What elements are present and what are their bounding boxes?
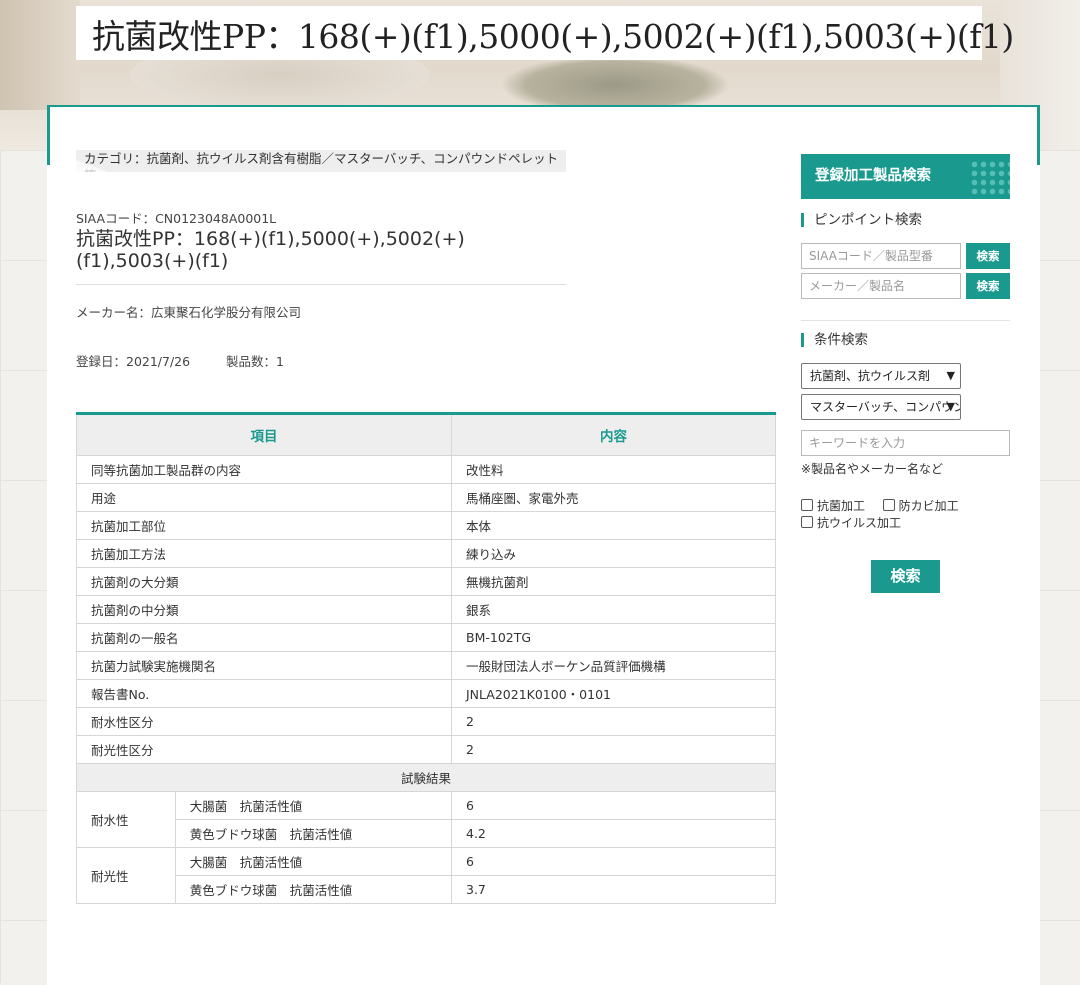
dots-decoration-icon [970,160,1010,196]
table-row: 耐水性区分 2 [76,707,776,736]
category-label: カテゴリ：抗菌剤、抗ウイルス剤含有樹脂／マスターバッチ、コンパウンドペレット等 [76,150,566,172]
row-label: 抗菌加工方法 [76,539,452,568]
table-row: 抗菌力試験実施機関名 一般財団法人ボーケン品質評価機構 [76,651,776,680]
chevron-down-icon: ▼ [946,369,955,382]
row-value: 無機抗菌剤 [451,567,776,596]
table-row: 黄色ブドウ球菌 抗菌活性値 3.7 [77,875,776,904]
maker-name: メーカー名：広東聚石化学股分有限公司 [76,305,302,320]
table-row: 同等抗菌加工製品群の内容 改性料 [76,455,776,484]
row-value: 改性料 [451,455,776,484]
row-label: 抗菌力試験実施機関名 [76,651,452,680]
result-group-label: 耐光性 [76,847,176,904]
result-group-label: 耐水性 [76,791,176,848]
row-label: 耐光性区分 [76,735,452,764]
column-header-content: 内容 [451,413,776,456]
row-value: 馬桶座圏、家電外売 [451,483,776,512]
table-row: 抗菌剤の一般名 BM-102TG [76,623,776,652]
checkbox-antimold[interactable] [882,499,895,511]
maker-input[interactable]: メーカー／製品名 [801,273,961,299]
result-name: 大腸菌 抗菌活性値 [174,847,453,876]
row-value: 練り込み [451,539,776,568]
row-label: 抗菌剤の中分類 [76,595,452,624]
row-value: 2 [451,707,776,736]
banner-title: 抗菌改性PP：168(+)(f1),5000(+),5002(+)(f1),50… [76,6,1014,60]
row-label: 報告書No. [76,679,452,708]
row-label: 抗菌剤の一般名 [76,623,452,652]
table-row: 耐光性 大腸菌 抗菌活性値 6 [76,847,776,904]
column-header-item: 項目 [76,413,452,456]
checkbox-row: 抗ウイルス加工 [801,516,901,530]
result-name: 黄色ブドウ球菌 抗菌活性値 [174,875,453,904]
category-select-value: 抗菌剤、抗ウイルス剤 [810,369,931,383]
divider [801,320,1010,321]
result-value: 3.7 [451,875,776,904]
divider [76,284,566,285]
checkbox-antibacterial[interactable] [801,499,813,511]
row-value: 2 [451,735,776,764]
spec-table: 項目 内容 同等抗菌加工製品群の内容 改性料 用途 馬桶座圏、家電外売 抗菌加工部位… [76,412,776,904]
subcategory-select-value: マスターバッチ、コンパウンド [810,400,961,414]
panel-accent-left [47,105,50,165]
category-arrow-icon [76,160,108,184]
maker-search-button[interactable]: 検索 [966,273,1010,299]
table-header-row: 項目 内容 [76,413,776,456]
result-name: 黄色ブドウ球菌 抗菌活性値 [174,819,453,848]
siaa-code-input[interactable]: SIAAコード／製品型番 [801,243,961,269]
product-count: 製品数：1 [226,354,284,369]
siaa-code: SIAAコード：CN0123048A0001L [76,211,277,226]
page-title: 抗菌改性PP：168(+)(f1),5000(+),5002(+)(f1),50… [76,228,465,272]
search-button[interactable]: 検索 [871,560,940,593]
table-row: 用途 馬桶座圏、家電外売 [76,483,776,512]
results-heading: 試験結果 [76,763,776,792]
table-row: 耐水性 大腸菌 抗菌活性値 6 [76,791,776,848]
siaa-search-button[interactable]: 検索 [966,243,1010,269]
table-row: 抗菌剤の大分類 無機抗菌剤 [76,567,776,596]
row-label: 耐水性区分 [76,707,452,736]
row-value: 一般財団法人ボーケン品質評価機構 [451,651,776,680]
row-label: 抗菌加工部位 [76,511,452,540]
row-value: JNLA2021K0100・0101 [451,679,776,708]
keyword-note: ※製品名やメーカー名など [801,462,944,476]
row-label: 抗菌剤の大分類 [76,567,452,596]
result-value: 4.2 [451,819,776,848]
registration-date: 登録日：2021/7/26 [76,354,191,369]
subcategory-select[interactable]: マスターバッチ、コンパウンド ▼ [801,394,961,420]
checkbox-label: 抗菌加工 [817,499,866,513]
chevron-down-icon: ▼ [946,400,955,413]
checkbox-row: 抗菌加工 防カビ加工 [801,499,959,513]
result-value: 6 [451,847,776,876]
background-decoration [0,0,80,110]
checkbox-antiviral[interactable] [801,516,813,528]
row-value: 銀系 [451,595,776,624]
condition-search-title: 条件検索 [801,333,868,347]
checkbox-label: 抗ウイルス加工 [817,516,902,530]
panel-accent-right [1037,105,1040,165]
row-value: BM-102TG [451,623,776,652]
row-label: 用途 [76,483,452,512]
keyword-input[interactable]: キーワードを入力 [801,430,1010,456]
pinpoint-search-title: ピンポイント検索 [801,213,922,227]
row-label: 同等抗菌加工製品群の内容 [76,455,452,484]
category-select[interactable]: 抗菌剤、抗ウイルス剤 ▼ [801,363,961,389]
table-row: 抗菌剤の中分類 銀系 [76,595,776,624]
checkbox-label: 防カビ加工 [898,499,959,513]
table-row: 抗菌加工部位 本体 [76,511,776,540]
row-value: 本体 [451,511,776,540]
table-row: 報告書No. JNLA2021K0100・0101 [76,679,776,708]
result-name: 大腸菌 抗菌活性値 [174,791,453,820]
results-heading-row: 試験結果 [76,763,776,792]
result-value: 6 [451,791,776,820]
table-row: 抗菌加工方法 練り込み [76,539,776,568]
table-row: 黄色ブドウ球菌 抗菌活性値 4.2 [77,819,776,848]
table-row: 耐光性区分 2 [76,735,776,764]
